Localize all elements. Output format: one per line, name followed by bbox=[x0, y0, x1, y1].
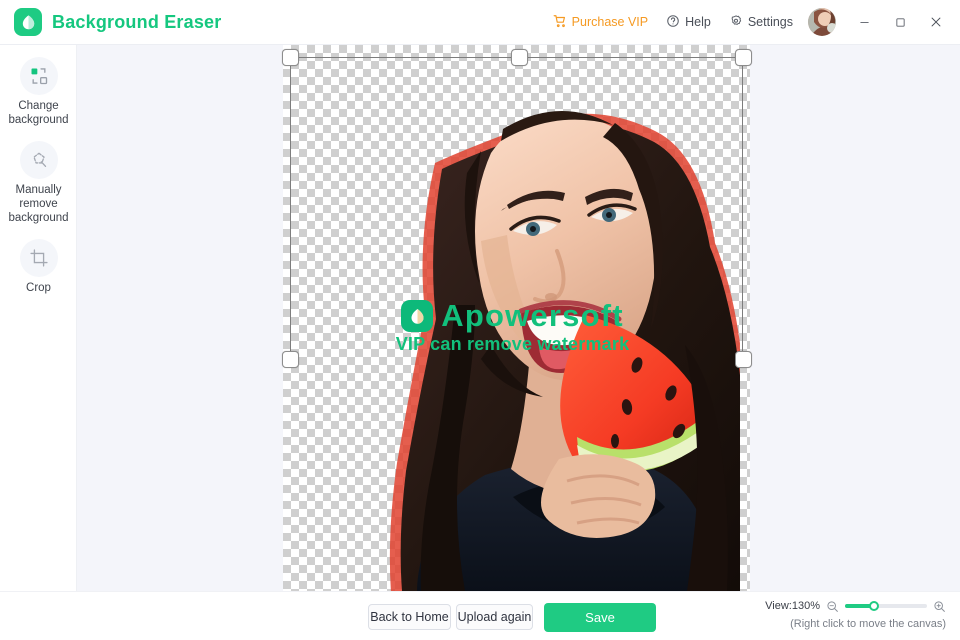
sidebar-item-manually-remove-background[interactable]: Manually remove background bbox=[0, 141, 77, 225]
back-to-home-button[interactable]: Back to Home bbox=[368, 604, 451, 630]
user-avatar[interactable] bbox=[808, 8, 836, 36]
zoom-slider-row: View:130% bbox=[765, 597, 946, 615]
app-logo-icon bbox=[14, 8, 42, 36]
header-actions: Purchase VIP Help Settings bbox=[544, 0, 960, 45]
window-controls bbox=[846, 0, 954, 45]
change-background-icon bbox=[19, 57, 58, 95]
canvas-move-hint: (Right click to move the canvas) bbox=[790, 618, 946, 630]
portrait-image bbox=[389, 110, 740, 591]
sidebar-item-label: Change background bbox=[8, 100, 69, 126]
sidebar-item-crop[interactable]: Crop bbox=[0, 239, 77, 295]
settings-label: Settings bbox=[747, 15, 793, 29]
help-circle-icon bbox=[666, 14, 680, 31]
sidebar-item-label: Crop bbox=[26, 282, 51, 294]
app-title: Background Eraser bbox=[52, 11, 222, 32]
sidebar-item-label: Manually remove background bbox=[8, 184, 69, 224]
settings-button[interactable]: Settings bbox=[720, 14, 802, 31]
gear-icon bbox=[729, 14, 743, 31]
save-button[interactable]: Save bbox=[544, 603, 656, 632]
minimize-icon[interactable] bbox=[846, 0, 882, 45]
app-window: Background Eraser Purchase VIP Help Sett… bbox=[0, 0, 960, 640]
selection-handle-top-left[interactable] bbox=[282, 49, 299, 66]
help-button[interactable]: Help bbox=[657, 14, 720, 31]
sidebar-item-change-background[interactable]: Change background bbox=[0, 57, 77, 127]
zoom-slider-track[interactable] bbox=[845, 601, 927, 611]
title-bar: Background Eraser Purchase VIP Help Sett… bbox=[0, 0, 960, 45]
maximize-icon[interactable] bbox=[882, 0, 918, 45]
zoom-control: View:130% (Right click to move the canva… bbox=[765, 597, 946, 630]
purchase-vip-button[interactable]: Purchase VIP bbox=[544, 14, 657, 31]
zoom-in-icon[interactable] bbox=[933, 600, 946, 613]
bottom-toolbar: Back to Home Upload again Save View:130% bbox=[0, 591, 960, 640]
subject-photo: Apowersoft VIP can remove watermark bbox=[285, 45, 740, 591]
zoom-level-label: View:130% bbox=[765, 600, 820, 612]
purchase-vip-label: Purchase VIP bbox=[571, 15, 649, 29]
cart-icon bbox=[553, 14, 567, 31]
close-icon[interactable] bbox=[918, 0, 954, 45]
zoom-slider-knob[interactable] bbox=[869, 601, 879, 611]
zoom-out-icon[interactable] bbox=[826, 600, 839, 613]
selection-handle-top-center[interactable] bbox=[511, 49, 528, 66]
sidebar: Change background Manually remove backgr… bbox=[0, 45, 77, 591]
help-label: Help bbox=[685, 15, 711, 29]
crop-icon bbox=[19, 239, 58, 277]
selection-handle-middle-left[interactable] bbox=[282, 351, 299, 368]
lasso-icon bbox=[19, 141, 58, 179]
selection-handle-middle-right[interactable] bbox=[735, 351, 752, 368]
upload-again-button[interactable]: Upload again bbox=[456, 604, 533, 630]
selection-handle-top-right[interactable] bbox=[735, 49, 752, 66]
